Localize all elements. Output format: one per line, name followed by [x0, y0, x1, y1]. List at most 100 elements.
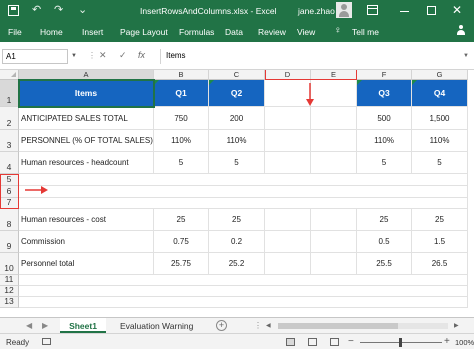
cell-e2[interactable] [311, 107, 357, 130]
cell-a4[interactable]: Human resources - headcount [19, 152, 154, 174]
cell-a1[interactable]: Items [19, 80, 154, 107]
tell-me-search[interactable]: Tell me [352, 27, 379, 37]
cancel-icon[interactable]: ✕ [99, 50, 107, 61]
cell-a10[interactable]: Personnel total [19, 253, 154, 275]
row-header-9[interactable]: 9 [0, 231, 19, 253]
cell-c8[interactable]: 25 [209, 209, 265, 231]
add-sheet-icon[interactable]: + [216, 320, 227, 331]
cell-e3[interactable] [311, 130, 357, 152]
cell-b1[interactable]: Q1 [154, 80, 209, 107]
cell-a9[interactable]: Commission [19, 231, 154, 253]
zoom-out-icon[interactable]: − [348, 336, 354, 347]
empty-row-13[interactable] [19, 297, 468, 308]
cell-c9[interactable]: 0.2 [209, 231, 265, 253]
cell-a3[interactable]: PERSONNEL (% OF TOTAL SALES) [19, 130, 154, 152]
empty-row-6[interactable] [19, 186, 468, 198]
cell-e4[interactable] [311, 152, 357, 174]
empty-row-12[interactable] [19, 286, 468, 297]
cell-g10[interactable]: 26.5 [412, 253, 468, 275]
macro-recording-icon[interactable] [42, 338, 51, 345]
share-icon[interactable] [456, 25, 466, 38]
maximize-icon[interactable] [427, 6, 436, 15]
tab-home[interactable]: Home [40, 27, 63, 37]
worksheet-grid[interactable]: A B C D E F G 1 2 3 4 5 6 7 8 9 10 11 12… [0, 70, 474, 317]
name-box[interactable]: A1 [2, 49, 68, 64]
user-name[interactable]: jane.zhao [298, 6, 335, 16]
cell-f2[interactable]: 500 [357, 107, 412, 130]
cell-b3[interactable]: 110% [154, 130, 209, 152]
ribbon-display-options-icon[interactable] [367, 5, 378, 15]
zoom-slider-thumb[interactable] [399, 338, 402, 347]
cell-b8[interactable]: 25 [154, 209, 209, 231]
column-header-f[interactable]: F [357, 70, 412, 80]
page-break-view-icon[interactable] [330, 338, 339, 346]
cell-g1[interactable]: Q4 [412, 80, 468, 107]
cell-g4[interactable]: 5 [412, 152, 468, 174]
row-header-13[interactable]: 13 [0, 296, 19, 308]
cell-f4[interactable]: 5 [357, 152, 412, 174]
tab-data[interactable]: Data [225, 27, 243, 37]
cell-d4[interactable] [265, 152, 311, 174]
cell-e9[interactable] [311, 231, 357, 253]
save-icon[interactable] [8, 5, 19, 16]
cell-f10[interactable]: 25.5 [357, 253, 412, 275]
cell-d9[interactable] [265, 231, 311, 253]
column-header-c[interactable]: C [209, 70, 265, 80]
redo-icon[interactable]: ↷ [54, 3, 63, 16]
horizontal-scroll-thumb[interactable] [278, 323, 398, 329]
scroll-sheets-left-icon[interactable]: ◀ [26, 321, 32, 330]
cell-b10[interactable]: 25.75 [154, 253, 209, 275]
sheet-tab-evaluation-warning[interactable]: Evaluation Warning [112, 318, 201, 333]
empty-row-11[interactable] [19, 275, 468, 286]
cell-d8[interactable] [265, 209, 311, 231]
tab-insert[interactable]: Insert [82, 27, 103, 37]
cell-b9[interactable]: 0.75 [154, 231, 209, 253]
cell-f9[interactable]: 0.5 [357, 231, 412, 253]
cell-g2[interactable]: 1,500 [412, 107, 468, 130]
cell-g9[interactable]: 1.5 [412, 231, 468, 253]
quick-access-menu-icon[interactable]: ⌄ [78, 3, 87, 16]
cell-c2[interactable]: 200 [209, 107, 265, 130]
cell-f1[interactable]: Q3 [357, 80, 412, 107]
cell-f3[interactable]: 110% [357, 130, 412, 152]
tab-review[interactable]: Review [258, 27, 286, 37]
cell-d10[interactable] [265, 253, 311, 275]
cell-c10[interactable]: 25.2 [209, 253, 265, 275]
undo-icon[interactable]: ↶ [32, 3, 41, 16]
tab-formulas[interactable]: Formulas [179, 27, 214, 37]
cell-d2[interactable] [265, 107, 311, 130]
scroll-right-icon[interactable]: ▶ [454, 322, 459, 329]
cell-b4[interactable]: 5 [154, 152, 209, 174]
row-header-3[interactable]: 3 [0, 130, 19, 152]
cell-a8[interactable]: Human resources - cost [19, 209, 154, 231]
select-all-corner[interactable] [0, 70, 19, 80]
cell-e10[interactable] [311, 253, 357, 275]
tab-page-layout[interactable]: Page Layout [120, 27, 168, 37]
insert-function-icon[interactable]: fx [138, 50, 145, 60]
row-header-4[interactable]: 4 [0, 152, 19, 174]
user-avatar-icon[interactable] [336, 2, 352, 18]
tab-split-handle-icon[interactable]: ⋮ [254, 321, 262, 330]
normal-view-icon[interactable] [286, 338, 295, 346]
column-header-a[interactable]: A [19, 70, 154, 80]
scroll-left-icon[interactable]: ◀ [266, 322, 271, 329]
cell-d3[interactable] [265, 130, 311, 152]
lightbulb-icon[interactable]: ♀ [334, 25, 342, 36]
cell-e1[interactable] [311, 80, 357, 107]
row-header-8[interactable]: 8 [0, 209, 19, 231]
empty-row-5[interactable] [19, 174, 468, 186]
expand-formula-bar-icon[interactable]: ▼ [463, 53, 469, 59]
tab-view[interactable]: View [297, 27, 315, 37]
close-icon[interactable]: ✕ [452, 3, 462, 17]
tab-file[interactable]: File [8, 27, 22, 37]
column-header-g[interactable]: G [412, 70, 468, 80]
cell-c1[interactable]: Q2 [209, 80, 265, 107]
name-box-dropdown-icon[interactable]: ▼ [71, 53, 77, 59]
cell-g8[interactable]: 25 [412, 209, 468, 231]
scroll-sheets-right-icon[interactable]: ▶ [42, 321, 48, 330]
minimize-icon[interactable] [400, 11, 409, 12]
page-layout-view-icon[interactable] [308, 338, 317, 346]
sheet-tab-sheet1[interactable]: Sheet1 [60, 318, 106, 333]
cell-f8[interactable]: 25 [357, 209, 412, 231]
formula-input[interactable]: Items [160, 49, 472, 64]
